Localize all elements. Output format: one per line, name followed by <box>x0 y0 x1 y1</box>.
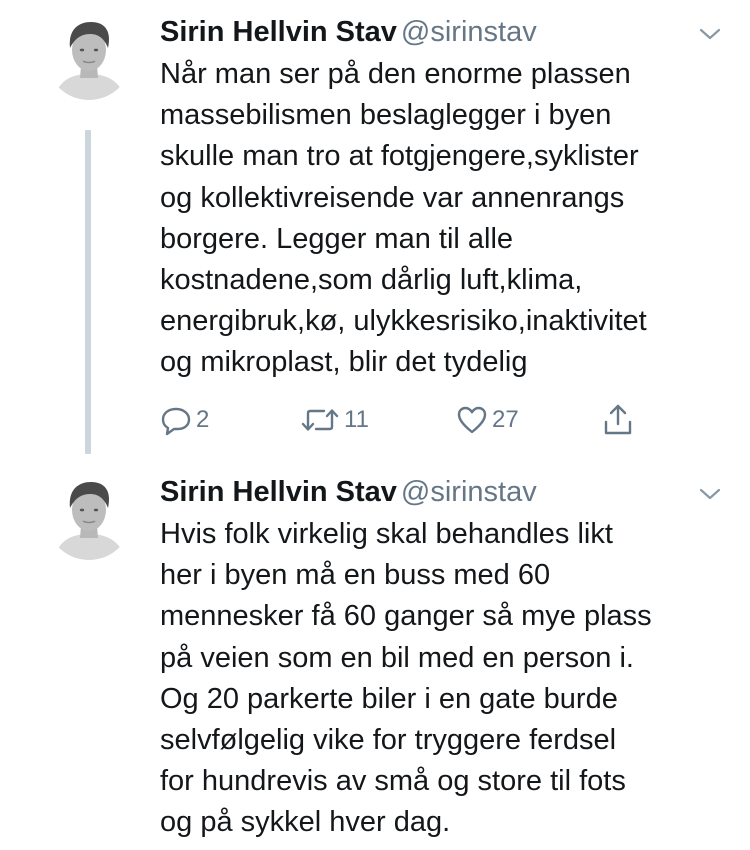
tweet-actions: 2 11 27 <box>160 400 720 440</box>
retweet-icon <box>301 409 339 431</box>
like-count: 27 <box>492 406 519 433</box>
handle[interactable]: @sirinstav <box>401 476 537 508</box>
chevron-down-icon[interactable] <box>698 482 722 506</box>
share-icon <box>604 404 632 435</box>
reply-button[interactable]: 2 <box>160 400 209 440</box>
tweet-1[interactable]: Sirin Hellvin Stav @sirinstav Når man ser… <box>0 0 750 460</box>
tweet-text: Hvis folk virkelig skal behandles likt h… <box>160 518 652 839</box>
avatar-image <box>46 474 132 560</box>
thread-line <box>85 130 91 454</box>
like-button[interactable]: 27 <box>456 400 519 440</box>
tweet-header: Sirin Hellvin Stav @sirinstav <box>160 12 537 52</box>
heart-icon <box>457 406 487 434</box>
tweet-header: Sirin Hellvin Stav @sirinstav <box>160 472 537 512</box>
display-name[interactable]: Sirin Hellvin Stav <box>160 476 397 508</box>
retweet-count: 11 <box>344 406 369 433</box>
display-name[interactable]: Sirin Hellvin Stav <box>160 16 397 48</box>
reply-icon <box>161 407 191 436</box>
tweet-2[interactable]: Sirin Hellvin Stav @sirinstav Hvis folk v… <box>0 460 750 850</box>
handle[interactable]: @sirinstav <box>401 16 537 48</box>
avatar[interactable] <box>46 14 132 100</box>
share-button[interactable] <box>602 400 634 440</box>
retweet-button[interactable]: 11 <box>300 400 369 440</box>
avatar-image <box>46 14 132 100</box>
chevron-down-icon[interactable] <box>698 22 722 46</box>
reply-count: 2 <box>196 406 210 433</box>
avatar[interactable] <box>46 474 132 560</box>
tweet-text: Når man ser på den enorme plassen masseb… <box>160 58 647 379</box>
